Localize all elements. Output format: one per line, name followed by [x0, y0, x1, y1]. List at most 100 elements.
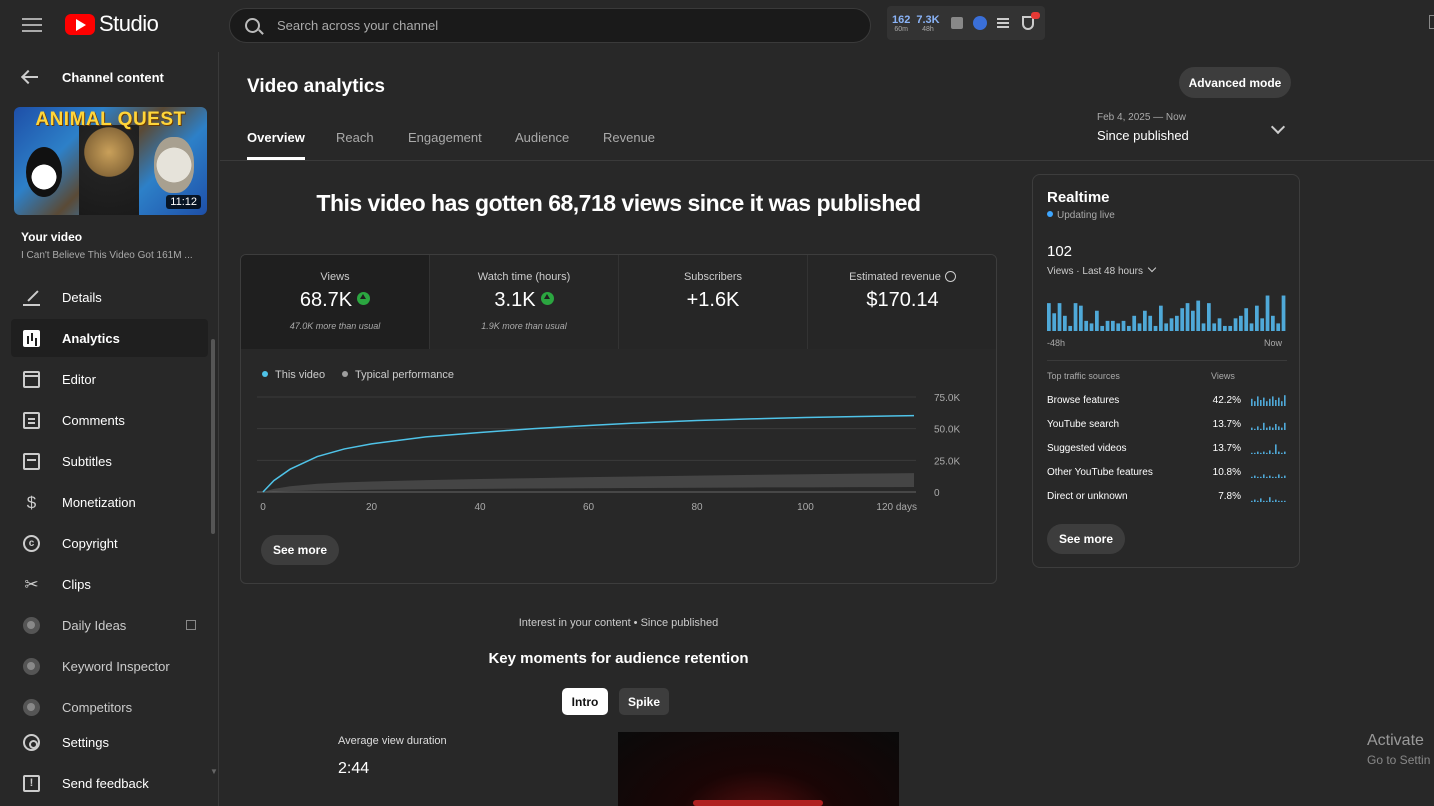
thumbnail-cheetah — [79, 125, 139, 215]
tab-audience[interactable]: Audience — [515, 130, 569, 160]
spike-chip[interactable]: Spike — [619, 688, 669, 715]
metric-value-text: 68.7K — [299, 289, 353, 311]
traffic-source-name: Other YouTube features — [1047, 467, 1153, 478]
date-range[interactable]: Feb 4, 2025 — Now — [1097, 112, 1186, 123]
sparkline-bar — [1251, 500, 1253, 502]
tab-engagement[interactable]: Engagement — [408, 130, 482, 160]
realtime-period[interactable]: Views · Last 48 hours — [1047, 263, 1157, 277]
sparkline-bar — [1254, 401, 1256, 406]
sparkline-bar — [1281, 500, 1283, 502]
sparkline-bar — [1278, 397, 1280, 406]
sidebar-item-settings[interactable]: Settings — [11, 723, 208, 761]
realtime-bar — [1180, 308, 1185, 331]
metric-watch-time[interactable]: Watch time (hours) 3.1K 1.9K more than u… — [430, 255, 619, 349]
tab-reach[interactable]: Reach — [336, 130, 374, 160]
metric-value: +1.6K — [686, 289, 740, 311]
your-video-label: Your video — [21, 230, 83, 244]
sidebar-scrollbar[interactable] — [211, 339, 215, 534]
metric-revenue[interactable]: Estimated revenue $170.14 — [808, 255, 996, 349]
sidebar-item-analytics[interactable]: Analytics — [11, 319, 208, 357]
sparkline-bar — [1272, 500, 1274, 502]
metric-views[interactable]: Views 68.7K 47.0K more than usual — [241, 255, 430, 349]
sidebar-item-monetization[interactable]: $ Monetization — [11, 483, 208, 521]
traffic-source-name: YouTube search — [1047, 419, 1120, 430]
realtime-bar — [1191, 310, 1195, 331]
up-arrow-icon — [540, 292, 554, 305]
headline: This video has gotten 68,718 views since… — [316, 190, 921, 216]
video-thumbnail[interactable]: ANIMAL QUEST 11:12 — [14, 107, 207, 215]
trophy-icon[interactable] — [1021, 12, 1040, 30]
realtime-bar — [1255, 305, 1259, 331]
youtube-studio-logo[interactable]: Studio — [65, 11, 159, 37]
subtitles-icon — [23, 453, 40, 470]
realtime-bar — [1143, 310, 1147, 331]
back-arrow-icon[interactable] — [22, 70, 40, 84]
date-range-label[interactable]: Since published — [1097, 128, 1189, 143]
sidebar-item-label: Editor — [62, 371, 96, 387]
sidebar-item-details[interactable]: Details — [11, 278, 208, 316]
sidebar-item-clips[interactable]: ✂ Clips — [11, 565, 208, 603]
sparkline-bar — [1260, 452, 1262, 454]
menu-icon[interactable] — [22, 15, 42, 35]
search-bar[interactable] — [229, 8, 871, 43]
sidebar-item-daily-ideas[interactable]: Daily Ideas — [11, 606, 208, 644]
extension-logo-icon[interactable] — [972, 16, 987, 30]
traffic-source-row: Other YouTube features 10.8% — [1047, 465, 1287, 483]
chart-icon[interactable] — [950, 17, 963, 29]
y-tick-label: 50.0K — [934, 425, 960, 436]
realtime-status-text: Updating live — [1057, 210, 1115, 221]
sparkline-bar — [1278, 451, 1280, 454]
metric-label: Watch time (hours) — [477, 271, 571, 283]
interest-label: Interest in your content • Since publish… — [518, 617, 719, 629]
see-more-button[interactable]: See more — [261, 535, 339, 565]
realtime-bar-chart — [1047, 295, 1286, 331]
channel-content-link[interactable]: Channel content — [62, 70, 164, 85]
intro-chip[interactable]: Intro — [562, 688, 608, 715]
realtime-bar — [1153, 325, 1158, 331]
sidebar-item-send-feedback[interactable]: ! Send feedback — [11, 764, 208, 802]
sidebar-item-competitors[interactable]: Competitors — [11, 688, 208, 726]
realtime-bar — [1281, 295, 1286, 331]
sparkline-bar — [1278, 426, 1280, 430]
realtime-bar — [1068, 325, 1073, 331]
live-dot-icon — [1047, 211, 1053, 217]
video-preview[interactable] — [618, 732, 899, 806]
search-icon — [245, 18, 260, 33]
ext-stat-value: 162 — [892, 13, 911, 26]
sparkline-bar — [1257, 396, 1259, 406]
scroll-down-icon[interactable]: ▼ — [210, 767, 218, 776]
ext-stat-value: 7.3K — [916, 13, 940, 26]
traffic-source-percent: 13.7% — [1212, 419, 1241, 430]
sparkline-bar — [1260, 400, 1262, 406]
realtime-bar — [1057, 303, 1062, 331]
external-link-icon[interactable] — [186, 620, 196, 630]
metrics-row: Views 68.7K 47.0K more than usual Watch … — [241, 255, 996, 349]
activate-watermark-sub: Go to Settin — [1367, 753, 1431, 767]
traffic-source-name: Direct or unknown — [1047, 491, 1128, 502]
metric-subscribers[interactable]: Subscribers +1.6K — [619, 255, 808, 349]
y-tick-label: 75.0K — [934, 393, 960, 404]
realtime-bar — [1079, 305, 1083, 331]
tab-overview[interactable]: Overview — [247, 130, 305, 160]
sidebar-item-keyword-inspector[interactable]: Keyword Inspector — [11, 647, 208, 685]
advanced-mode-button[interactable]: Advanced mode — [1179, 67, 1291, 98]
window-icon[interactable] — [1429, 15, 1434, 29]
scissors-icon: ✂ — [24, 575, 39, 594]
realtime-bar — [1223, 325, 1227, 331]
sidebar-item-subtitles[interactable]: Subtitles — [11, 442, 208, 480]
metric-value-text: 3.1K — [494, 289, 536, 311]
sidebar-item-label: Analytics — [62, 330, 120, 346]
sidebar-item-copyright[interactable]: c Copyright — [11, 524, 208, 562]
chevron-down-icon[interactable] — [1270, 119, 1286, 135]
sidebar-item-editor[interactable]: Editor — [11, 360, 208, 398]
sidebar-item-comments[interactable]: Comments — [11, 401, 208, 439]
realtime-bar — [1196, 300, 1201, 331]
see-more-button[interactable]: See more — [1047, 524, 1125, 554]
tab-revenue[interactable]: Revenue — [603, 130, 655, 160]
search-input[interactable] — [277, 9, 857, 42]
list-icon[interactable] — [996, 18, 1009, 28]
sparkline-bar — [1275, 424, 1277, 430]
sparkline-bar — [1284, 500, 1286, 502]
realtime-bar — [1137, 323, 1142, 331]
realtime-bar — [1169, 318, 1174, 331]
